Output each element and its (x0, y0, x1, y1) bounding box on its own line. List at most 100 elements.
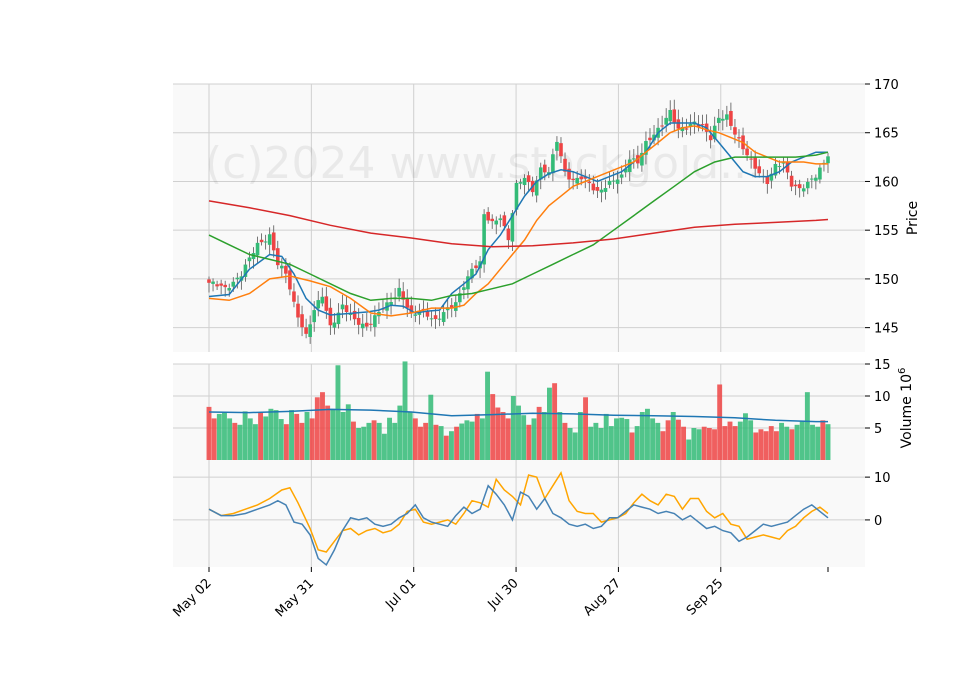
volume-bar (335, 365, 341, 460)
volume-bar (557, 412, 563, 460)
candle-body (814, 177, 818, 181)
volume-bar (330, 408, 336, 460)
candle-body (490, 218, 495, 222)
candle-body (777, 166, 782, 168)
volume-bar (763, 431, 769, 460)
candle-body (619, 174, 624, 178)
candle-body (429, 318, 434, 320)
volume-bar (459, 423, 465, 460)
volume-bar (320, 392, 325, 460)
volume-bar (247, 418, 253, 460)
volume-tick-label: 10 (874, 390, 891, 405)
candle-body (364, 322, 369, 327)
volume-bar (794, 424, 800, 460)
volume-bar (675, 419, 681, 460)
candle-body (575, 177, 579, 184)
volume-bar (624, 419, 630, 460)
candle-body (267, 234, 272, 245)
candle-body (551, 154, 555, 174)
volume-bar (737, 421, 743, 460)
volume-bar (438, 426, 444, 460)
candle-body (591, 183, 596, 191)
x-tick-label: Sep 25 (684, 576, 727, 619)
candle-body (405, 298, 410, 308)
candle-body (518, 182, 523, 184)
volume-bar (753, 432, 759, 460)
volume-bar (433, 424, 439, 460)
candle-body (810, 178, 814, 180)
volume-bar (660, 431, 666, 460)
volume-axis-label: Volume 106 (897, 368, 915, 449)
volume-bar (402, 361, 408, 460)
volume-bar (608, 426, 614, 460)
volume-bar (505, 418, 511, 460)
candle-body (801, 188, 806, 192)
candle-body (526, 175, 531, 183)
candle-body (664, 117, 668, 125)
volume-bar (258, 412, 264, 460)
volume-bar (479, 418, 485, 460)
volume-bar (665, 420, 671, 460)
volume-bar (577, 412, 583, 460)
volume-bar (376, 422, 382, 460)
candle-body (818, 167, 822, 180)
volume-bar (799, 421, 805, 460)
candle-body (721, 118, 725, 121)
candle-body (344, 305, 349, 313)
volume-bar (743, 413, 748, 460)
volume-bar (614, 418, 619, 460)
volume-bar (588, 426, 594, 460)
candle-body (328, 307, 333, 326)
candle-body (555, 141, 559, 151)
candle-body (324, 296, 329, 311)
volume-bar (804, 392, 810, 460)
watermark: (c)2024 www.stockgold... (205, 138, 761, 189)
candle-body (211, 281, 215, 284)
volume-bar (789, 429, 795, 460)
volume-bar (495, 407, 501, 460)
candle-body (676, 119, 681, 129)
candle-body (668, 109, 673, 122)
volume-bar (810, 424, 815, 460)
candle-body (466, 276, 470, 290)
volume-bar (820, 420, 826, 460)
volume-bar (485, 371, 491, 460)
volume-bar (619, 417, 625, 460)
candle-body (207, 279, 211, 283)
volume-bar (521, 415, 527, 460)
price-axis-label: Price (905, 201, 921, 235)
volume-bar (526, 424, 532, 460)
candle-body (729, 110, 733, 126)
volume-bar (299, 422, 305, 460)
candle-body (235, 277, 240, 280)
candle-body (587, 181, 592, 184)
volume-bar (815, 426, 821, 460)
candle-body (356, 317, 361, 325)
volume-bar (681, 426, 687, 460)
volume-bar (418, 426, 423, 460)
candle-body (292, 291, 296, 302)
candle-body (765, 176, 770, 184)
volume-bar (392, 422, 398, 460)
volume-bar (222, 412, 227, 460)
volume-bar (216, 413, 222, 460)
volume-bar (242, 411, 248, 460)
candle-body (615, 179, 620, 184)
candle-body (312, 310, 316, 323)
volume-bar (366, 422, 372, 460)
candle-body (611, 180, 616, 182)
volume-bar (732, 426, 738, 460)
volume-bar (593, 422, 599, 460)
candle-body (708, 135, 713, 141)
volume-bar (701, 426, 707, 460)
oscillator-tick-label: 10 (874, 471, 891, 486)
volume-bar (510, 396, 516, 460)
price-panel-bg (173, 84, 865, 352)
candle-body (474, 265, 478, 269)
candle-body (542, 164, 547, 173)
volume-tick-label: 5 (874, 422, 882, 437)
candle-body (595, 187, 600, 191)
volume-bar (469, 421, 475, 460)
volume-bar (443, 435, 449, 460)
candle-body (308, 324, 312, 338)
